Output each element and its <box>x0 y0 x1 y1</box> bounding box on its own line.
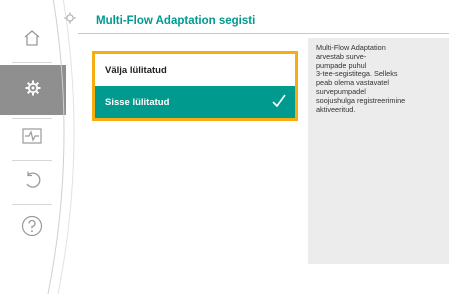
home-icon <box>23 29 41 52</box>
page-title: Multi-Flow Adaptation segisti <box>96 15 256 27</box>
home-button[interactable] <box>8 22 56 58</box>
header-divider <box>78 33 449 34</box>
nav-divider <box>12 160 52 161</box>
nav-divider <box>12 62 52 63</box>
option-off[interactable]: Välja lülitatud <box>95 54 295 86</box>
help-button[interactable] <box>8 210 56 246</box>
option-label: Sisse lülitatud <box>105 96 170 108</box>
settings-button[interactable] <box>0 65 66 115</box>
back-arrow-icon <box>22 170 42 195</box>
help-text: Multi-Flow Adaptation arvestab surve- pu… <box>316 43 406 114</box>
gear-icon <box>25 80 41 101</box>
nav-divider <box>12 118 52 119</box>
waveform-icon <box>22 127 42 149</box>
sidebar <box>0 0 68 264</box>
gear-icon <box>64 11 76 29</box>
diagnostics-button[interactable] <box>8 120 56 156</box>
option-list: Välja lülitatud Sisse lülitatud <box>92 51 298 121</box>
checkmark-icon <box>271 93 287 112</box>
nav-divider <box>12 204 52 205</box>
help-panel: Multi-Flow Adaptation arvestab surve- pu… <box>308 38 449 264</box>
option-on[interactable]: Sisse lülitatud <box>95 86 295 118</box>
question-icon <box>21 215 43 242</box>
back-button[interactable] <box>8 164 56 200</box>
option-label: Välja lülitatud <box>105 64 167 76</box>
